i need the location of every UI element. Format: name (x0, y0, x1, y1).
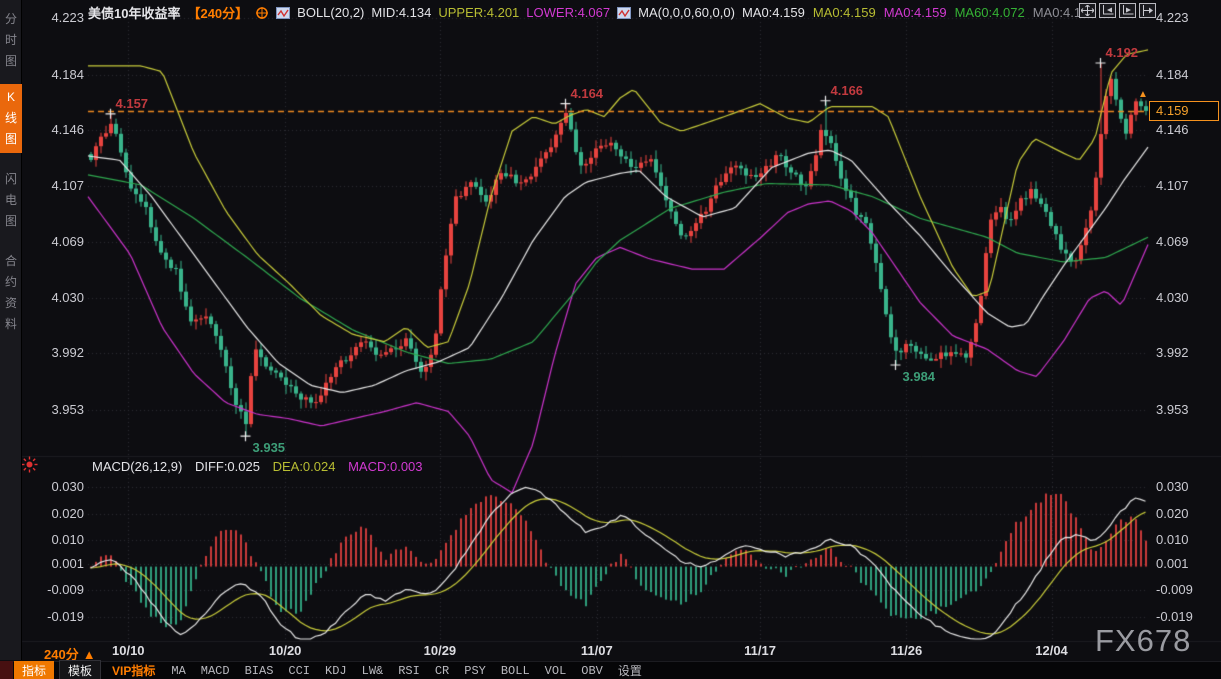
y-axis-tick: 4.146 (1156, 122, 1189, 137)
x-axis-label: 11/07 (581, 643, 613, 658)
y-axis-tick: 4.184 (40, 67, 84, 82)
macd-macd-value: MACD:0.003 (348, 459, 422, 474)
trading-app: 分时图 K线图闪电图合约资料 美债10年收益率 【240分】 BOLL(20,2)… (0, 0, 1221, 679)
y-axis-tick: 4.223 (40, 10, 84, 25)
price-up-arrow-icon: ▲ (1138, 89, 1148, 100)
macd-axis-tick: 0.020 (1156, 506, 1189, 521)
toolbar-button-13[interactable]: BOLL (496, 663, 535, 679)
y-axis-tick: 3.992 (40, 345, 84, 360)
x-axis-label: 12/04 (1035, 643, 1068, 658)
y-axis-tick: 4.107 (1156, 178, 1189, 193)
y-axis-tick: 4.030 (40, 290, 84, 305)
period-label[interactable]: 【240分】 (187, 3, 248, 22)
macd-axis-tick: 0.001 (1156, 556, 1189, 571)
toolbar-button-8[interactable]: KDJ (320, 663, 352, 679)
sidebar-tab-4[interactable]: 合约资料 (0, 248, 22, 338)
boll-mid-value: MID:4.134 (371, 5, 431, 20)
macd-header: MACD(26,12,9) DIFF:0.025 DEA:0.024 MACD:… (92, 459, 432, 474)
y-axis-tick: 4.069 (1156, 234, 1189, 249)
macd-axis-tick: 0.020 (40, 506, 84, 521)
price-annotation: 4.157 (116, 96, 149, 111)
macd-axis-tick: 0.010 (40, 532, 84, 547)
macd-axis-tick: -0.019 (1156, 609, 1193, 624)
toolbar-button-1[interactable]: 指标 (14, 661, 54, 679)
watermark: FX678 (1095, 623, 1191, 659)
macd-axis-tick: 0.001 (40, 556, 84, 571)
x-axis-label: 10/20 (269, 643, 302, 658)
y-axis-tick: 4.223 (1156, 10, 1189, 25)
axis-compress-icon[interactable] (1099, 3, 1116, 18)
indicator-chart-icon[interactable] (276, 7, 290, 19)
ma-value: MA0:4.159 (884, 5, 947, 20)
y-axis-tick: 4.107 (40, 178, 84, 193)
x-axis-label: 11/26 (890, 643, 922, 658)
toolbar-button-4[interactable]: MA (166, 663, 190, 679)
y-axis-tick: 3.953 (1156, 402, 1189, 417)
ma-value: MA60:4.072 (955, 5, 1025, 20)
current-price-value: 4.159 (1156, 103, 1189, 118)
toolbar-button-16[interactable]: 设置 (613, 661, 647, 679)
macd-diff-value: DIFF:0.025 (195, 459, 260, 474)
price-annotation: 4.192 (1106, 45, 1139, 60)
toolbar-button-2[interactable]: 模板 (59, 660, 101, 679)
alarm-icon[interactable] (21, 456, 38, 478)
instrument-title: 美债10年收益率 (88, 3, 180, 22)
y-axis-tick: 4.184 (1156, 67, 1189, 82)
sidebar-tab-1[interactable]: 分时图 (0, 6, 22, 75)
boll-upper-value: UPPER:4.201 (438, 5, 519, 20)
toolbar-button-9[interactable]: LW& (357, 663, 389, 679)
axis-expand-icon[interactable] (1119, 3, 1136, 18)
y-axis-tick: 3.953 (40, 402, 84, 417)
y-axis-tick: 3.992 (1156, 345, 1189, 360)
y-axis-tick: 4.030 (1156, 290, 1189, 305)
bottom-toolbar: 指标模板 VIP指标 MA MACD BIASCCI KDJ LW&RSI CR PSY BOLL… (0, 661, 1221, 679)
toolbar-button-5[interactable]: MACD (196, 663, 235, 679)
price-annotation: 4.164 (571, 86, 604, 101)
chart-header: 美债10年收益率 【240分】 BOLL(20,2) MID:4.134 UPP… (88, 3, 1111, 22)
ma-value: MA0:4.159 (742, 5, 805, 20)
sidebar-tab-2[interactable]: K线图 (0, 84, 22, 153)
macd-axis-tick: -0.009 (40, 582, 84, 597)
sidebar-tab-3[interactable]: 闪电图 (0, 166, 22, 235)
price-annotation: 4.166 (831, 83, 864, 98)
macd-axis-tick: 0.030 (1156, 479, 1189, 494)
toolbar-button-10[interactable]: RSI (393, 663, 425, 679)
toolbar-button-3[interactable]: VIP指标 (106, 661, 161, 679)
chart-control-icons (1079, 3, 1156, 18)
macd-axis-tick: -0.009 (1156, 582, 1193, 597)
price-annotation: 3.935 (253, 440, 286, 455)
indicator-chart-icon[interactable] (617, 7, 631, 19)
x-axis-label: 10/10 (112, 643, 145, 658)
price-annotation: 3.984 (903, 369, 936, 384)
macd-axis-tick: 0.030 (40, 479, 84, 494)
toolbar-button-6[interactable]: BIAS (240, 663, 279, 679)
x-axis-label: 10/29 (424, 643, 457, 658)
y-axis-tick: 4.146 (40, 122, 84, 137)
current-price-box: 4.159 (1149, 101, 1219, 121)
corner-icon (0, 661, 13, 679)
toolbar-button-14[interactable]: VOL (540, 663, 572, 679)
toolbar-button-7[interactable]: CCI (283, 663, 315, 679)
y-axis-tick: 4.069 (40, 234, 84, 249)
pan-right-icon[interactable] (1139, 3, 1156, 18)
move-icon[interactable] (1079, 3, 1096, 18)
macd-params: MACD(26,12,9) (92, 459, 182, 474)
chart-canvas[interactable] (0, 0, 1221, 679)
boll-label: BOLL(20,2) (297, 5, 364, 20)
toolbar-button-12[interactable]: PSY (459, 663, 491, 679)
ma-values: MA0:4.159MA0:4.159MA0:4.159MA60:4.072MA0… (742, 5, 1104, 20)
macd-axis-tick: -0.019 (40, 609, 84, 624)
ma-value: MA0:4.159 (813, 5, 876, 20)
macd-axis-tick: 0.010 (1156, 532, 1189, 547)
boll-lower-value: LOWER:4.067 (526, 5, 610, 20)
target-icon[interactable] (255, 6, 269, 20)
toolbar-button-15[interactable]: OBV (576, 663, 608, 679)
x-axis-label: 11/17 (744, 643, 776, 658)
toolbar-button-11[interactable]: CR (430, 663, 454, 679)
macd-dea-value: DEA:0.024 (273, 459, 336, 474)
ma-label: MA(0,0,0,60,0,0) (638, 5, 735, 20)
sidebar: 分时图 K线图闪电图合约资料 (0, 0, 22, 660)
